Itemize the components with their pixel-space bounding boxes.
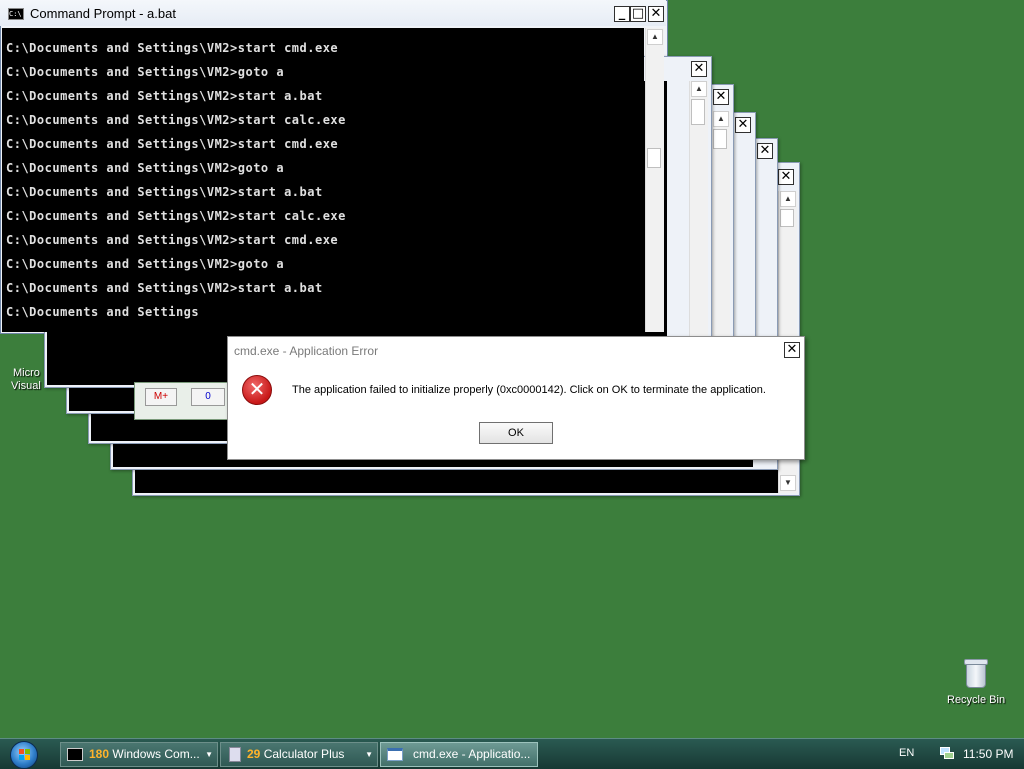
console-output: C:\Documents and Settings\VM2>start cmd.…	[6, 36, 642, 336]
close-button[interactable]: ✕	[691, 61, 707, 77]
dialog-title: cmd.exe - Application Error	[234, 344, 379, 358]
taskbar-button-label: Windows Com...	[112, 747, 200, 761]
taskbar-button-label: cmd.exe - Applicatio...	[413, 747, 531, 761]
window-icon	[387, 748, 403, 761]
ok-button[interactable]: OK	[479, 422, 553, 444]
scrollbar[interactable]: ▲	[645, 28, 664, 332]
scroll-thumb[interactable]	[691, 99, 705, 125]
console-line: C:\Documents and Settings\VM2>start cmd.…	[6, 41, 339, 55]
recycle-bin-label: Recycle Bin	[947, 694, 1006, 706]
taskbar-button-calculator[interactable]: 29 Calculator Plus ▼	[220, 742, 378, 767]
chevron-down-icon: ▼	[205, 750, 213, 759]
console-line: C:\Documents and Settings\VM2>start a.ba…	[6, 185, 323, 199]
close-button[interactable]: ✕	[713, 89, 729, 105]
scroll-thumb[interactable]	[780, 209, 794, 227]
error-icon: ✕	[242, 375, 272, 405]
console-line: C:\Documents and Settings\VM2>goto a	[6, 161, 285, 175]
group-count: 29	[247, 747, 261, 761]
error-dialog[interactable]: cmd.exe - Application Error ✕ ✕ The appl…	[227, 336, 805, 460]
console-line: C:\Documents and Settings	[6, 305, 200, 319]
console-line: C:\Documents and Settings\VM2>start calc…	[6, 113, 346, 127]
scroll-thumb[interactable]	[713, 129, 727, 149]
close-button[interactable]: ✕	[648, 6, 664, 22]
scroll-up-icon[interactable]: ▲	[713, 111, 729, 127]
console-line: C:\Documents and Settings\VM2>start cmd.…	[6, 137, 339, 151]
taskbar: 180 Windows Com... ▼ 29 Calculator Plus …	[0, 738, 1024, 769]
desktop-icon-label-visual: Visual	[11, 380, 41, 392]
minimize-button[interactable]: _	[614, 6, 630, 22]
console-line: C:\Documents and Settings\VM2>start a.ba…	[6, 89, 323, 103]
console-line: C:\Documents and Settings\VM2>goto a	[6, 257, 285, 271]
calc-zero-button[interactable]: 0	[191, 388, 225, 406]
taskbar-button-windows-command[interactable]: 180 Windows Com... ▼	[60, 742, 218, 767]
console-line: C:\Documents and Settings\VM2>start cmd.…	[6, 233, 339, 247]
windows-orb-icon[interactable]	[10, 741, 38, 769]
window-title: Command Prompt - a.bat	[30, 6, 176, 21]
taskbar-button-cmd-error[interactable]: cmd.exe - Applicatio...	[380, 742, 538, 767]
language-indicator[interactable]: EN	[899, 747, 914, 759]
console-line: C:\Documents and Settings\VM2>start a.ba…	[6, 281, 323, 295]
title-bar[interactable]: C:\ Command Prompt - a.bat _ □ ✕	[0, 0, 666, 26]
console-line: C:\Documents and Settings\VM2>start calc…	[6, 209, 346, 223]
cmd-icon: C:\	[8, 8, 24, 20]
scroll-down-icon[interactable]: ▼	[780, 475, 796, 491]
desktop-icon-label-micro: Micro	[13, 367, 40, 379]
clock[interactable]: 11:50 PM	[963, 747, 1013, 761]
scroll-up-icon[interactable]: ▲	[691, 81, 707, 97]
chevron-down-icon: ▼	[365, 750, 373, 759]
calc-mplus-button[interactable]: M+	[145, 388, 177, 406]
network-icon[interactable]	[940, 747, 954, 759]
scroll-up-icon[interactable]: ▲	[647, 29, 663, 45]
close-button[interactable]: ✕	[778, 169, 794, 185]
taskbar-button-label: Calculator Plus	[263, 747, 345, 761]
command-prompt-window[interactable]: C:\ Command Prompt - a.bat _ □ ✕ C:\Docu…	[0, 0, 668, 334]
maximize-button[interactable]: □	[630, 6, 646, 22]
scroll-up-icon[interactable]: ▲	[780, 191, 796, 207]
scroll-thumb[interactable]	[647, 148, 661, 168]
calculator-window-fragment[interactable]: M+ 0	[134, 382, 236, 420]
group-count: 180	[89, 747, 110, 761]
dialog-close-button[interactable]: ✕	[784, 342, 800, 358]
close-button[interactable]: ✕	[735, 117, 751, 133]
error-message: The application failed to initialize pro…	[292, 384, 766, 396]
close-button[interactable]: ✕	[757, 143, 773, 159]
console-line: C:\Documents and Settings\VM2>goto a	[6, 65, 285, 79]
recycle-bin-icon[interactable]	[962, 657, 988, 689]
cmd-icon	[67, 748, 83, 761]
calculator-icon	[229, 747, 241, 762]
